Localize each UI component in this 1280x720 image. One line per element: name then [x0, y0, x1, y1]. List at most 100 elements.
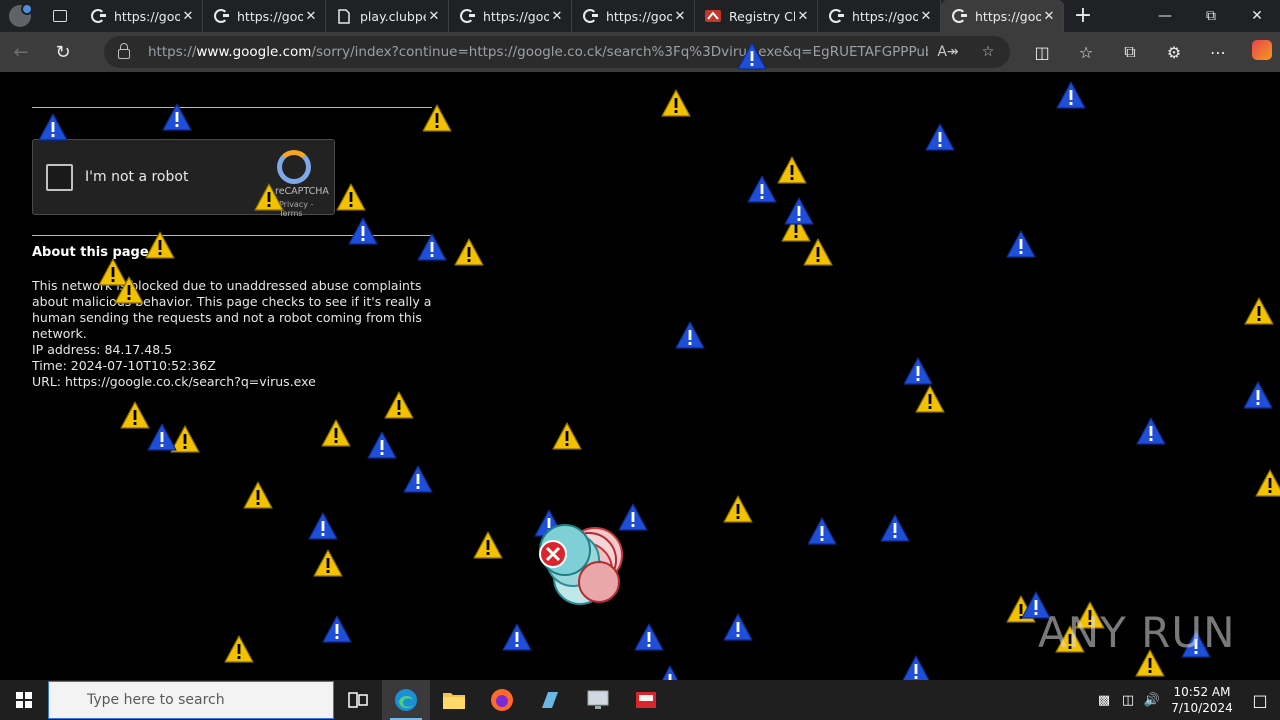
page-content: I'm not a robot reCAPTCHA Privacy - Term… [5, 72, 1275, 678]
tab-close-button[interactable]: ✕ [918, 9, 934, 24]
taskbar-app-red[interactable] [622, 680, 670, 720]
tab-actions-button[interactable] [40, 0, 80, 32]
captcha-terms-link[interactable]: Privacy - Terms [279, 200, 334, 218]
task-view-icon [348, 692, 368, 708]
tab-close-button[interactable]: ✕ [795, 9, 811, 24]
tab-label: https://goo [606, 8, 672, 24]
copilot-icon [1252, 40, 1272, 60]
close-window-button[interactable]: ✕ [1234, 0, 1280, 32]
browser-toolbar: ← ↻ https://www.google.com/sorry/index?c… [0, 32, 1280, 72]
split-screen-icon[interactable]: ◫ [1020, 43, 1064, 62]
browser-tab[interactable]: https://goo ✕ [572, 0, 695, 32]
registry-cleaner-icon [636, 692, 656, 708]
error-icon-cluster [539, 524, 623, 605]
tab-label: https://goo [237, 8, 303, 24]
url-line: URL: https://google.co.ck/search?q=virus… [32, 374, 316, 389]
taskbar-firefox[interactable] [478, 680, 526, 720]
tab-actions-icon [53, 10, 67, 22]
browser-tab[interactable]: Registry Cle✕ [695, 0, 818, 32]
google-icon [951, 8, 967, 24]
tab-label: https://goo [852, 8, 918, 24]
captcha-checkbox[interactable] [46, 164, 73, 191]
taskbar-search-input[interactable]: Type here to search [48, 681, 334, 719]
taskbar-app-monitor[interactable] [574, 680, 622, 720]
tab-label: Registry Cle [729, 8, 795, 24]
google-icon [582, 8, 598, 24]
clock-date: 7/10/2024 [1171, 701, 1233, 715]
tab-label: play.clubpe [360, 8, 426, 24]
browser-tab[interactable]: https://goo ✕ [203, 0, 326, 32]
taskbar-app-blue[interactable] [526, 680, 574, 720]
refresh-button[interactable]: ↻ [42, 32, 84, 72]
avatar [9, 3, 33, 27]
meet-now-icon[interactable]: ▩ [1092, 693, 1116, 708]
lock-icon[interactable] [118, 43, 130, 59]
browser-tab[interactable]: play.clubpe ✕ [326, 0, 449, 32]
tab-close-button[interactable]: ✕ [1041, 9, 1057, 24]
toolbar-icons: ◫ ☆ ⧉ ⚙ ⋯ [1020, 32, 1280, 72]
volume-icon[interactable]: 🔊 [1140, 693, 1164, 708]
watermark: ANY RUN [1038, 608, 1236, 657]
registry-cleaner-icon [705, 8, 721, 24]
taskbar: Type here to search ▩ ◫ 🔊 10:52 AM 7/10/… [0, 680, 1280, 720]
recaptcha-widget: I'm not a robot reCAPTCHA Privacy - Term… [32, 139, 335, 218]
windows-logo-icon [16, 692, 32, 708]
taskbar-edge[interactable] [382, 680, 430, 720]
favorite-star-icon[interactable]: ☆ [968, 44, 1008, 60]
browser-tab[interactable]: https://goo ✕ [818, 0, 941, 32]
restore-button[interactable]: ⧉ [1188, 0, 1234, 32]
notification-icon[interactable]: □ [1240, 691, 1280, 710]
browser-tab[interactable]: https://goo ✕ [941, 0, 1064, 32]
new-tab-button[interactable]: + [1064, 0, 1102, 32]
collections-icon[interactable]: ⧉ [1108, 42, 1152, 62]
tab-close-button[interactable]: ✕ [180, 9, 196, 24]
edge-icon [395, 689, 417, 711]
browser-tab[interactable]: https://goo ✕ [449, 0, 572, 32]
about-text: This network is blocked due to unaddress… [32, 278, 432, 341]
system-tray: ▩ ◫ 🔊 10:52 AM 7/10/2024 □ [1092, 680, 1280, 720]
url-host: www.google.com [196, 44, 312, 60]
notepad-icon [542, 692, 558, 708]
more-menu-icon[interactable]: ⋯ [1196, 43, 1240, 62]
clock[interactable]: 10:52 AM 7/10/2024 [1164, 684, 1240, 716]
taskbar-file-explorer[interactable] [430, 680, 478, 720]
monitor-icon [587, 690, 609, 709]
minimize-button[interactable]: — [1142, 0, 1188, 32]
about-title: About this page [32, 245, 149, 260]
window-controls: — ⧉ ✕ [1142, 0, 1280, 32]
profile-button[interactable] [0, 0, 40, 32]
url-text[interactable]: https://www.google.com/sorry/index?conti… [148, 44, 928, 60]
url-path: /sorry/index?continue=https://google.co.… [311, 44, 928, 60]
firefox-icon [491, 689, 513, 711]
url-prefix: https:// [148, 44, 197, 60]
folder-icon [443, 693, 465, 709]
network-icon[interactable]: ◫ [1116, 693, 1140, 708]
document-icon [336, 8, 352, 24]
ip-address: IP address: 84.17.48.5 [32, 342, 173, 357]
clock-time: 10:52 AM [1173, 685, 1231, 699]
google-icon [459, 8, 475, 24]
back-button[interactable]: ← [0, 32, 42, 72]
read-aloud-icon[interactable]: A↠ [928, 44, 968, 60]
tab-close-button[interactable]: ✕ [426, 9, 442, 24]
extensions-icon[interactable]: ⚙ [1152, 43, 1196, 62]
tab-list: https://goo ✕ https://goo ✕ play.clubpe ✕ http… [80, 0, 1064, 32]
tab-strip: https://goo ✕ https://goo ✕ play.clubpe ✕ http… [0, 0, 1280, 32]
screen: https://goo ✕ https://goo ✕ play.clubpe ✕ http… [0, 0, 1280, 720]
copilot-button[interactable] [1240, 40, 1280, 64]
recaptcha-logo-icon [277, 150, 311, 184]
address-bar[interactable]: https://www.google.com/sorry/index?conti… [104, 36, 1010, 68]
tab-close-button[interactable]: ✕ [672, 9, 688, 24]
tab-close-button[interactable]: ✕ [303, 9, 319, 24]
browser-tab[interactable]: https://goo ✕ [80, 0, 203, 32]
google-icon [90, 8, 106, 24]
timestamp: Time: 2024-07-10T10:52:36Z [32, 358, 216, 373]
favorites-icon[interactable]: ☆ [1064, 43, 1108, 62]
captcha-label: I'm not a robot [85, 169, 189, 185]
google-icon [213, 8, 229, 24]
tab-label: https://goo [114, 8, 180, 24]
start-button[interactable] [0, 680, 48, 720]
google-icon [828, 8, 844, 24]
tab-close-button[interactable]: ✕ [549, 9, 565, 24]
task-view-button[interactable] [334, 680, 382, 720]
